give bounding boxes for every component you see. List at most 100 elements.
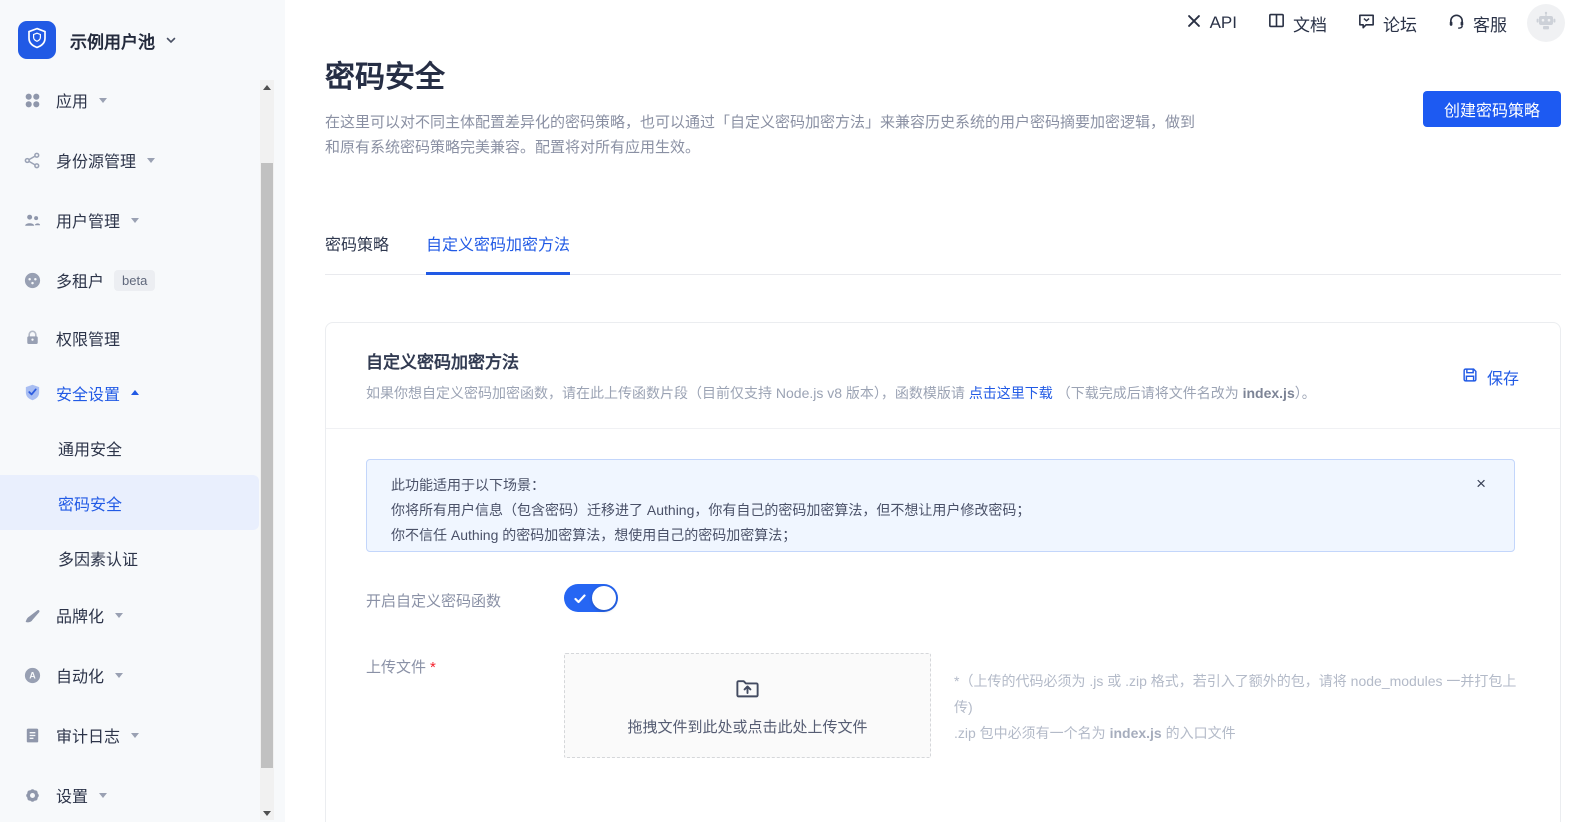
users-icon <box>22 210 42 230</box>
sidebar-item-label: 审计日志 <box>56 723 120 747</box>
lock-icon <box>22 328 42 348</box>
page-content: 密码安全 在这里可以对不同主体配置差异化的密码策略，也可以通过「自定义密码加密方… <box>325 0 1561 822</box>
tab-custom-encryption[interactable]: 自定义密码加密方法 <box>426 231 570 275</box>
index-js-filename: index.js <box>1243 385 1295 401</box>
workspace-name: 示例用户池 <box>70 28 155 53</box>
upload-folder-icon <box>734 675 761 707</box>
sidebar-subitem-mfa[interactable]: 多因素认证 <box>0 530 259 585</box>
sidebar: 示例用户池 应用 身份源管理 <box>0 0 285 822</box>
tab-password-policy[interactable]: 密码策略 <box>325 231 389 275</box>
apps-icon <box>22 90 42 110</box>
sidebar-item-multi-tenant[interactable]: 多租户 beta <box>0 250 259 310</box>
sidebar-item-identity-sources[interactable]: 身份源管理 <box>0 130 259 190</box>
tab-bar: 密码策略 自定义密码加密方法 <box>325 231 1561 275</box>
triangle-down-icon <box>263 811 271 816</box>
upload-hints: *（上传的代码必须为 .js 或 .zip 格式，若引入了额外的包，请将 nod… <box>954 668 1520 746</box>
workspace-switcher[interactable]: 示例用户池 <box>18 21 177 59</box>
app-screen: 示例用户池 应用 身份源管理 <box>0 0 1571 822</box>
alert-line3: 你不信任 Authing 的密码加密算法，想使用自己的密码加密算法； <box>391 523 1454 548</box>
page-description-line2: 和原有系统密码策略完美兼容。配置将对所有应用生效。 <box>325 135 1355 160</box>
sidebar-item-label: 身份源管理 <box>56 148 136 172</box>
caret-down-icon <box>131 218 139 223</box>
chevron-down-icon <box>165 34 177 46</box>
sidebar-item-label: 安全设置 <box>56 381 120 405</box>
caret-down-icon <box>147 158 155 163</box>
card-title: 自定义密码加密方法 <box>366 348 519 373</box>
page-description-line1: 在这里可以对不同主体配置差异化的密码策略，也可以通过「自定义密码加密方法」来兼容… <box>325 110 1355 135</box>
upload-label-text: 上传文件 <box>366 659 426 676</box>
sidebar-item-label: 自动化 <box>56 663 104 687</box>
scrollbar-down-button[interactable] <box>260 806 274 820</box>
caret-down-icon <box>115 673 123 678</box>
scrollbar-thumb[interactable] <box>261 163 273 768</box>
sidebar-item-automation[interactable]: A 自动化 <box>0 645 259 705</box>
index-js-entry-filename: index.js <box>1110 725 1162 741</box>
check-icon <box>574 592 586 610</box>
file-dropzone[interactable]: 拖拽文件到此处或点击此处上传文件 <box>564 653 931 758</box>
svg-text:A: A <box>29 670 36 680</box>
save-floppy-icon <box>1461 366 1479 389</box>
dropzone-text: 拖拽文件到此处或点击此处上传文件 <box>627 716 867 737</box>
caret-up-icon <box>131 390 139 395</box>
sidebar-item-label: 多租户 <box>56 268 104 292</box>
main-area: API 文档 论坛 客服 <box>285 0 1571 822</box>
save-button[interactable]: 保存 <box>1461 365 1519 389</box>
upload-hint-2: .zip 包中必须有一个名为 index.js 的入口文件 <box>954 720 1520 746</box>
automation-icon: A <box>22 665 42 685</box>
gear-icon <box>22 785 42 805</box>
upload-hint-2-text: 的入口文件 <box>1162 725 1236 741</box>
info-alert: 此功能适用于以下场景： 你将所有用户信息（包含密码）迁移进了 Authing，你… <box>366 459 1515 552</box>
sidebar-subitem-password-security[interactable]: 密码安全 <box>0 475 259 530</box>
sidebar-item-label: 品牌化 <box>56 603 104 627</box>
card-description-text: 如果你想自定义密码加密函数，请在此上传函数片段（目前仅支持 Node.js v8… <box>366 385 969 401</box>
download-template-link[interactable]: 点击这里下载 <box>969 385 1053 401</box>
scrollbar-up-button[interactable] <box>260 80 274 94</box>
toggle-label: 开启自定义密码函数 <box>366 590 501 611</box>
upload-hint-2-text: .zip 包中必须有一个名为 <box>954 725 1110 741</box>
sidebar-item-label: 用户管理 <box>56 208 120 232</box>
audit-log-icon <box>22 725 42 745</box>
caret-down-icon <box>131 733 139 738</box>
sidebar-item-permissions[interactable]: 权限管理 <box>0 310 259 365</box>
sidebar-item-branding[interactable]: 品牌化 <box>0 585 259 645</box>
upload-field-label: 上传文件* <box>366 656 436 677</box>
sidebar-subitem-label: 多因素认证 <box>58 546 138 570</box>
sidebar-nav: 应用 身份源管理 用户管理 多租户 <box>0 70 259 822</box>
sidebar-item-security-settings[interactable]: 安全设置 <box>0 365 259 420</box>
beta-badge: beta <box>114 270 155 291</box>
alert-line2: 你将所有用户信息（包含密码）迁移进了 Authing，你有自己的密码加密算法，但… <box>391 498 1454 523</box>
card-divider <box>326 428 1560 429</box>
sidebar-subitem-label: 密码安全 <box>58 491 122 515</box>
alert-line1: 此功能适用于以下场景： <box>391 473 1454 498</box>
brush-icon <box>22 605 42 625</box>
sidebar-scrollbar[interactable] <box>260 80 274 820</box>
upload-hint-1: *（上传的代码必须为 .js 或 .zip 格式，若引入了额外的包，请将 nod… <box>954 668 1520 720</box>
save-button-label: 保存 <box>1487 365 1519 389</box>
sidebar-item-label: 权限管理 <box>56 326 120 350</box>
custom-encryption-card: 自定义密码加密方法 如果你想自定义密码加密函数，请在此上传函数片段（目前仅支持 … <box>325 322 1561 822</box>
caret-down-icon <box>99 793 107 798</box>
sidebar-subitem-general-security[interactable]: 通用安全 <box>0 420 259 475</box>
sidebar-item-settings[interactable]: 设置 <box>0 765 259 822</box>
card-description: 如果你想自定义密码加密函数，请在此上传函数片段（目前仅支持 Node.js v8… <box>366 383 1316 403</box>
custom-function-toggle[interactable] <box>564 584 618 612</box>
sidebar-item-apps[interactable]: 应用 <box>0 70 259 130</box>
create-password-policy-button[interactable]: 创建密码策略 <box>1423 91 1561 127</box>
triangle-up-icon <box>263 85 271 90</box>
page-title: 密码安全 <box>325 52 445 96</box>
sidebar-subitem-label: 通用安全 <box>58 436 122 460</box>
required-asterisk: * <box>430 659 436 676</box>
workspace-logo <box>18 21 56 59</box>
tenant-icon <box>22 270 42 290</box>
sidebar-item-user-management[interactable]: 用户管理 <box>0 190 259 250</box>
shield-check-icon <box>22 383 42 403</box>
sidebar-item-audit-log[interactable]: 审计日志 <box>0 705 259 765</box>
close-icon[interactable]: × <box>1476 475 1486 492</box>
caret-down-icon <box>115 613 123 618</box>
caret-down-icon <box>99 98 107 103</box>
page-description: 在这里可以对不同主体配置差异化的密码策略，也可以通过「自定义密码加密方法」来兼容… <box>325 110 1355 160</box>
sidebar-item-label: 设置 <box>56 783 88 807</box>
card-description-text: （下载完成后请将文件名改为 <box>1053 385 1243 401</box>
sidebar-item-label: 应用 <box>56 88 88 112</box>
toggle-knob <box>592 586 616 610</box>
